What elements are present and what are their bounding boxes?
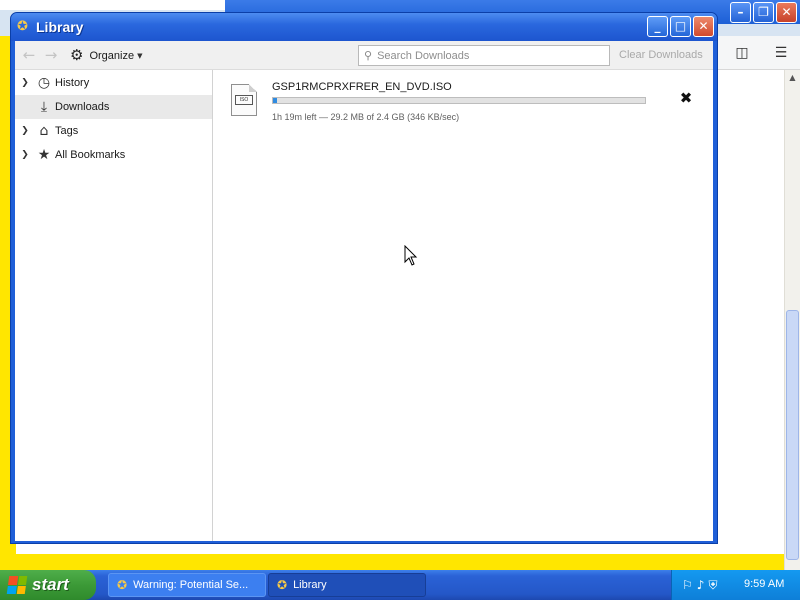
gear-icon: ⚙ (70, 46, 84, 64)
chevron-down-icon: ▼ (137, 51, 143, 60)
sidebar-icon[interactable]: ◫ (733, 44, 751, 62)
sidebar-item-label: All Bookmarks (55, 149, 126, 161)
download-icon: ⤓ (40, 99, 48, 115)
download-progress-fill (273, 98, 278, 103)
background-close-button[interactable]: ✕ (776, 2, 797, 23)
clear-downloads-button[interactable]: Clear Downloads (619, 49, 703, 61)
mouse-cursor-icon (404, 245, 418, 266)
star-icon: ★ (37, 147, 51, 163)
organize-menu-button[interactable]: ⚙ Organize ▼ (70, 46, 142, 65)
background-scrollbar[interactable]: ▲ (784, 70, 800, 570)
scroll-up-arrow-icon[interactable]: ▲ (785, 70, 800, 86)
clock[interactable]: 9:59 AM (744, 578, 784, 590)
download-filename: GSP1RMCPRXFRER_EN_DVD.ISO (272, 81, 452, 93)
scrollbar-thumb[interactable] (786, 310, 799, 560)
chevron-right-icon[interactable]: ❯ (15, 78, 35, 88)
search-input[interactable] (377, 49, 598, 62)
taskbar-item-label: Warning: Potential Se... (133, 579, 249, 591)
taskbar: start ✪ Warning: Potential Se... ✪ Libra… (0, 570, 800, 600)
tag-icon: ⌂ (39, 123, 49, 139)
sidebar-item-label: Downloads (55, 101, 110, 113)
library-window: ✪ Library _ □ ✕ ← → ⚙ Organize ▼ ⚲ Clear… (10, 12, 718, 544)
library-toolbar: ← → ⚙ Organize ▼ ⚲ Clear Downloads (15, 41, 713, 70)
sidebar-item-label: Tags (55, 125, 79, 137)
organize-label: Organize (89, 49, 135, 62)
iso-file-icon: ISO (231, 84, 257, 116)
taskbar-item-library[interactable]: ✪ Library (268, 573, 426, 597)
minimize-button[interactable]: _ (647, 16, 668, 37)
library-body: ← → ⚙ Organize ▼ ⚲ Clear Downloads ❯ ◷ H… (15, 41, 713, 541)
window-title: Library (36, 19, 84, 35)
sidebar-item-history[interactable]: ❯ ◷ History (15, 71, 212, 95)
download-item[interactable]: ISO GSP1RMCPRXFRER_EN_DVD.ISO 1h 19m lef… (214, 80, 713, 130)
menu-icon[interactable]: ☰ (772, 44, 790, 62)
start-label: start (32, 575, 69, 594)
security-shield-icon[interactable]: ⛨ (708, 578, 717, 593)
download-progress-bar (272, 97, 646, 104)
sidebar-item-all-bookmarks[interactable]: ❯ ★ All Bookmarks (15, 143, 212, 167)
chevron-right-icon[interactable]: ❯ (15, 150, 35, 160)
background-address-strip (0, 0, 225, 10)
library-sidebar: ❯ ◷ History ⤓ Downloads ❯ ⌂ Tags ❯ ★ All… (15, 70, 213, 541)
start-button[interactable]: start (0, 570, 96, 600)
background-minimize-button[interactable]: – (730, 2, 751, 23)
sidebar-item-label: History (55, 77, 90, 89)
firefox-icon: ✪ (17, 19, 28, 34)
taskbar-item-warning[interactable]: ✪ Warning: Potential Se... (108, 573, 266, 597)
background-restore-button[interactable]: ❐ (753, 2, 774, 23)
forward-button[interactable]: → (41, 46, 61, 64)
maximize-button[interactable]: □ (670, 16, 691, 37)
sidebar-item-downloads[interactable]: ⤓ Downloads (15, 95, 212, 119)
clock-icon: ◷ (37, 75, 51, 91)
downloads-list: ISO GSP1RMCPRXFRER_EN_DVD.ISO 1h 19m lef… (214, 70, 713, 541)
download-status: 1h 19m left — 29.2 MB of 2.4 GB (346 KB/… (272, 112, 460, 122)
sidebar-item-tags[interactable]: ❯ ⌂ Tags (15, 119, 212, 143)
search-box[interactable]: ⚲ (358, 45, 610, 66)
firefox-icon: ✪ (117, 578, 128, 592)
network-icon[interactable]: ⚐ (682, 578, 693, 592)
taskbar-item-label: Library (293, 579, 327, 591)
close-button[interactable]: ✕ (693, 16, 714, 37)
system-tray: ⚐ ♪ ⛨ 9:59 AM (671, 570, 800, 600)
firefox-icon: ✪ (277, 578, 288, 592)
volume-icon[interactable]: ♪ (697, 578, 705, 592)
library-titlebar[interactable]: ✪ Library _ □ ✕ (11, 13, 717, 41)
chevron-right-icon[interactable]: ❯ (15, 126, 35, 136)
back-button[interactable]: ← (19, 46, 39, 64)
search-icon: ⚲ (364, 49, 373, 62)
windows-logo-icon (6, 576, 28, 594)
cancel-download-icon[interactable]: ✖ (679, 91, 693, 106)
background-browser-toolbar: ◫ ☰ (716, 36, 800, 70)
